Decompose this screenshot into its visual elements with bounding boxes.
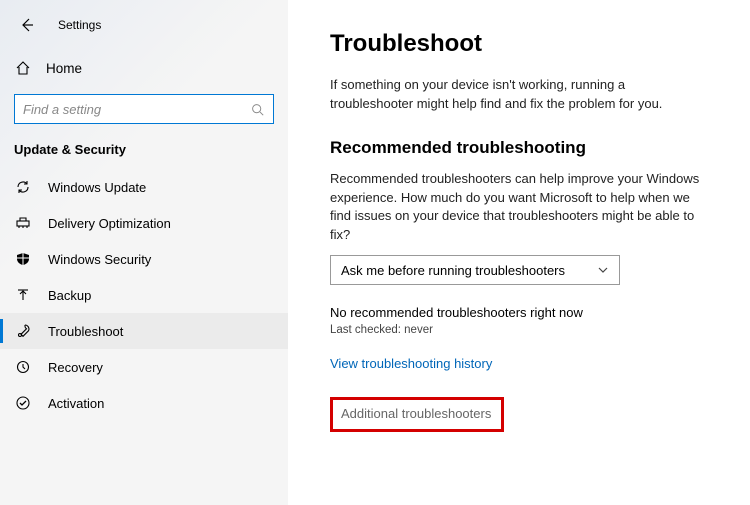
- additional-troubleshooters-link[interactable]: Additional troubleshooters: [341, 406, 491, 421]
- no-recommended-text: No recommended troubleshooters right now: [330, 305, 714, 320]
- back-button[interactable]: [18, 16, 36, 34]
- sidebar-item-label: Activation: [48, 396, 104, 411]
- additional-highlight: Additional troubleshooters: [330, 397, 504, 432]
- page-title: Troubleshoot: [330, 30, 714, 58]
- history-link[interactable]: View troubleshooting history: [330, 356, 492, 371]
- arrow-left-icon: [19, 17, 35, 33]
- home-button[interactable]: Home: [0, 52, 288, 84]
- search-input[interactable]: [23, 102, 251, 117]
- sidebar-item-label: Backup: [48, 288, 91, 303]
- sidebar-item-recovery[interactable]: Recovery: [0, 349, 288, 385]
- sidebar-item-label: Troubleshoot: [48, 324, 123, 339]
- backup-icon: [14, 287, 32, 303]
- sidebar-item-activation[interactable]: Activation: [0, 385, 288, 421]
- home-label: Home: [46, 61, 82, 76]
- delivery-icon: [14, 215, 32, 231]
- home-icon: [14, 60, 32, 76]
- sidebar-item-label: Delivery Optimization: [48, 216, 171, 231]
- chevron-down-icon: [597, 264, 609, 276]
- sidebar-item-label: Windows Security: [48, 252, 151, 267]
- sidebar-item-backup[interactable]: Backup: [0, 277, 288, 313]
- recommended-heading: Recommended troubleshooting: [330, 138, 714, 158]
- sidebar: Settings Home Update & Security Windows …: [0, 0, 288, 505]
- section-header: Update & Security: [0, 142, 288, 169]
- search-icon: [251, 103, 265, 116]
- sidebar-item-troubleshoot[interactable]: Troubleshoot: [0, 313, 288, 349]
- sidebar-item-label: Recovery: [48, 360, 103, 375]
- wrench-icon: [14, 323, 32, 339]
- recommended-dropdown[interactable]: Ask me before running troubleshooters: [330, 255, 620, 285]
- shield-icon: [14, 251, 32, 267]
- intro-text: If something on your device isn't workin…: [330, 76, 710, 114]
- nav-list: Windows Update Delivery Optimization Win…: [0, 169, 288, 421]
- sidebar-item-windows-update[interactable]: Windows Update: [0, 169, 288, 205]
- search-box[interactable]: [14, 94, 274, 124]
- titlebar: Settings: [0, 10, 288, 44]
- sidebar-item-label: Windows Update: [48, 180, 146, 195]
- sync-icon: [14, 179, 32, 195]
- sidebar-item-delivery-optimization[interactable]: Delivery Optimization: [0, 205, 288, 241]
- window-title: Settings: [58, 18, 101, 32]
- recommended-desc: Recommended troubleshooters can help imp…: [330, 170, 710, 245]
- dropdown-value: Ask me before running troubleshooters: [341, 263, 565, 278]
- check-circle-icon: [14, 395, 32, 411]
- main-content: Troubleshoot If something on your device…: [288, 0, 750, 505]
- last-checked-text: Last checked: never: [330, 324, 714, 336]
- recovery-icon: [14, 359, 32, 375]
- sidebar-item-windows-security[interactable]: Windows Security: [0, 241, 288, 277]
